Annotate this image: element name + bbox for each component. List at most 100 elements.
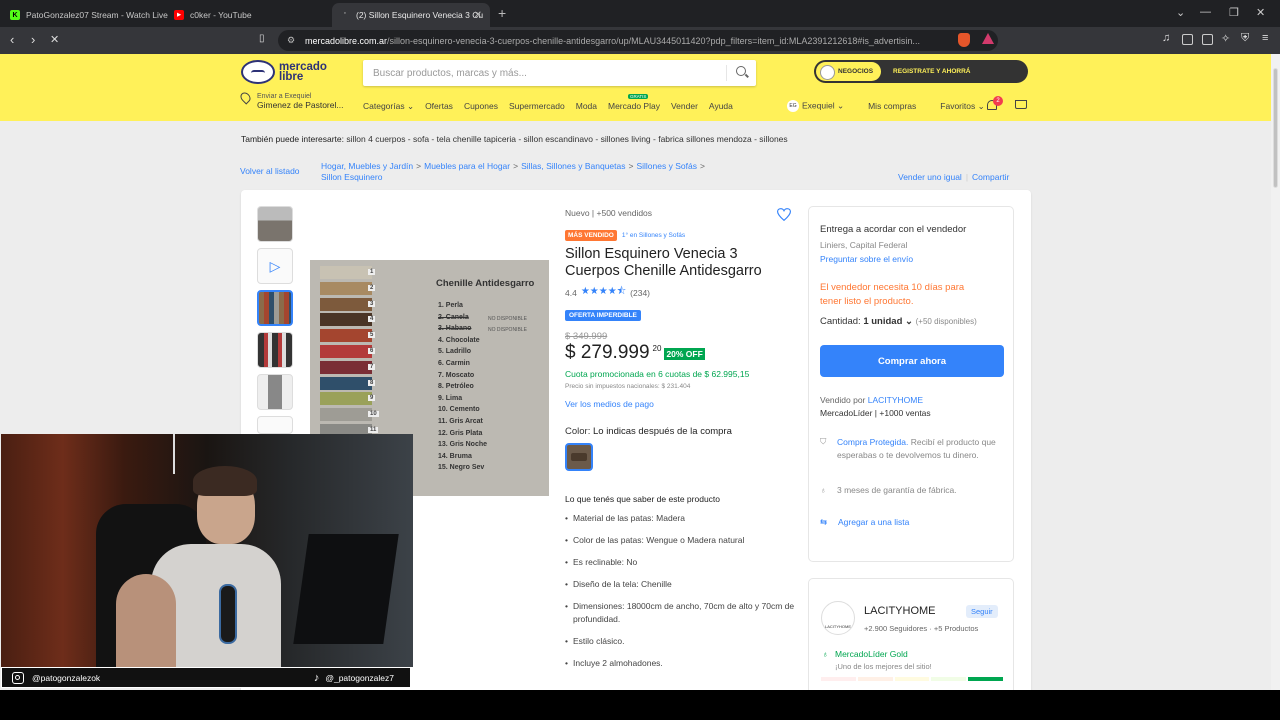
swatch-number: 3: [368, 300, 376, 307]
my-purchases-link[interactable]: Mis compras: [868, 101, 916, 111]
tab-kick-stream[interactable]: K PatoGonzalez07 Stream - Watch Live: [2, 3, 170, 27]
search-placeholder: Buscar productos, marcas y más...: [373, 67, 527, 79]
thumbnail-swatches[interactable]: [257, 290, 293, 326]
nav-categories[interactable]: Categorías ⌄: [363, 101, 414, 112]
shield-icon: ⛉: [820, 436, 827, 446]
swatch-number: 7: [368, 363, 376, 370]
thumbnail-video[interactable]: ▷: [257, 248, 293, 284]
swatch-number: 6: [368, 348, 376, 354]
forward-icon[interactable]: ›: [31, 32, 35, 47]
rep-segment: [857, 677, 893, 681]
original-price: $ 349.999: [565, 331, 608, 342]
follow-button[interactable]: Seguir: [966, 605, 998, 618]
nav-sell[interactable]: Vender: [671, 101, 698, 112]
tab-youtube[interactable]: ▶ c0ker - YouTube: [166, 3, 330, 27]
breadcrumb-item[interactable]: Muebles para el Hogar: [424, 161, 510, 171]
seller-name[interactable]: LACITYHOME: [864, 605, 936, 617]
address-bar[interactable]: ⚙ mercadolibre.com.ar/sillon-esquinero-v…: [278, 30, 998, 51]
favorites-link[interactable]: Favoritos ⌄: [940, 101, 984, 112]
thumbnail-gallery: ▷: [257, 206, 293, 440]
payment-methods-link[interactable]: Ver los medios de pago: [565, 399, 795, 409]
swatch-name: 9. Lima: [438, 394, 463, 402]
shipping-location[interactable]: Enviar a Exequiel Gimenez de Pastorel...: [238, 90, 344, 110]
new-tab-button[interactable]: +: [498, 5, 506, 21]
thumbnail-6[interactable]: [257, 416, 293, 434]
scrollbar-thumb[interactable]: [1273, 68, 1278, 188]
wallet-icon[interactable]: [1202, 34, 1213, 45]
rep-segment: [894, 677, 930, 681]
features-title: Lo que tenés que saber de este producto: [565, 494, 721, 504]
tiktok-label: ♪ @_patogonzalez7: [314, 672, 394, 684]
sell-same-link[interactable]: Vender uno igual: [898, 172, 962, 182]
color-swatch: [320, 392, 372, 406]
instagram-handle: @patogonzalezok: [32, 672, 101, 683]
swatch-name: 8. Petróleo: [438, 383, 474, 391]
share-links: Vender uno igual | Compartir: [898, 172, 1010, 182]
nav-mercado-play[interactable]: Mercado Play: [608, 94, 660, 112]
search-icon[interactable]: [736, 66, 746, 76]
breadcrumb-item[interactable]: Sillas, Sillones y Banquetas: [521, 161, 625, 171]
mercadolibre-logo[interactable]: mercado libre: [241, 60, 327, 84]
seller-link[interactable]: LACITYHOME: [868, 395, 923, 405]
thumbnail-4[interactable]: [257, 332, 293, 368]
user-menu[interactable]: EG Exequiel ⌄: [787, 100, 844, 112]
vpn-icon[interactable]: ⛨: [1241, 32, 1249, 45]
sidebar-icon[interactable]: [1182, 34, 1193, 45]
brave-rewards-icon[interactable]: [982, 33, 994, 44]
buy-box: Entrega a acordar con el vendedor Linier…: [808, 206, 1014, 562]
nav-supermarket[interactable]: Supermercado: [509, 101, 565, 112]
related-searches-links[interactable]: sillon 4 cuerpos - sofa - tela chenille …: [346, 134, 787, 144]
add-list-icon[interactable]: ⇆: [820, 517, 827, 528]
close-tab-icon[interactable]: ✕: [474, 10, 482, 21]
back-icon[interactable]: ‹: [10, 32, 14, 47]
rep-segment: [968, 677, 1003, 681]
product-rating[interactable]: 4.4 ★★★★⯪ (234): [565, 284, 795, 301]
stop-loading-icon[interactable]: ✕: [50, 33, 59, 46]
nav-help[interactable]: Ayuda: [709, 101, 733, 112]
maximize-icon[interactable]: ❐: [1229, 6, 1239, 19]
nav-offers[interactable]: Ofertas: [425, 101, 453, 112]
site-settings-icon[interactable]: ⚙: [287, 35, 295, 46]
breadcrumb-item[interactable]: Sillones y Sofás: [636, 161, 696, 171]
price-row: $ 279.999 20 20% OFF: [565, 342, 795, 364]
leo-ai-icon[interactable]: ✧: [1221, 32, 1230, 45]
swatch-number: 1: [368, 269, 376, 275]
protected-purchase-link[interactable]: Compra Protegida.: [837, 437, 908, 447]
business-promo-banner[interactable]: NEGOCIOS REGISTRATE Y AHORRÁ: [814, 60, 1028, 83]
ask-shipping-link[interactable]: Preguntar sobre el envío: [820, 254, 913, 264]
cart-icon[interactable]: [1015, 100, 1027, 109]
page-scrollbar[interactable]: [1271, 54, 1280, 690]
minimize-icon[interactable]: —: [1200, 6, 1211, 18]
seller-logo[interactable]: LACITYHOME: [821, 601, 855, 635]
swatch-name: 6. Carmin: [438, 360, 470, 367]
menu-icon[interactable]: ≡: [1262, 32, 1268, 44]
thumbnail-5[interactable]: [257, 374, 293, 410]
nav-coupons[interactable]: Cupones: [464, 101, 498, 112]
tab-search-icon[interactable]: ⌄: [1176, 6, 1185, 19]
tab-mercadolibre[interactable]: ' (2) Sillon Esquinero Venecia 3 Cu ✕: [332, 3, 490, 27]
quantity-selector[interactable]: Cantidad: 1 unidad ⌄ (+50 disponibles): [820, 316, 977, 327]
back-to-list-link[interactable]: Volver al listado: [240, 166, 300, 176]
thumbnail-sofa[interactable]: [257, 206, 293, 242]
brave-shield-icon[interactable]: [958, 33, 970, 47]
location-address: Gimenez de Pastorel...: [257, 100, 344, 110]
breadcrumb-item[interactable]: Hogar, Muebles y Jardín: [321, 161, 413, 171]
bookmark-icon[interactable]: ▯: [259, 33, 265, 44]
heart-icon[interactable]: [777, 208, 791, 221]
tiktok-icon: ♪: [313, 671, 320, 684]
rank-link[interactable]: 1° en Sillones y Sofás: [622, 232, 685, 239]
breadcrumb-path: Hogar, Muebles y Jardín > Muebles para el …: [321, 161, 705, 182]
nav-fashion[interactable]: Moda: [576, 101, 597, 112]
user-name: Exequiel ⌄: [802, 100, 845, 111]
swatch-unavailable: NO DISPONIBLE: [488, 327, 527, 334]
close-window-icon[interactable]: ✕: [1256, 6, 1265, 19]
color-option[interactable]: [565, 443, 593, 471]
add-to-list-link[interactable]: Agregar a una lista: [838, 517, 909, 527]
share-link[interactable]: Compartir: [972, 172, 1009, 182]
search-input[interactable]: Buscar productos, marcas y más...: [363, 60, 756, 86]
best-seller-row: MÁS VENDIDO 1° en Sillones y Sofás: [565, 230, 795, 241]
media-icon[interactable]: ♫: [1162, 32, 1170, 44]
breadcrumb-item[interactable]: Sillon Esquinero: [321, 172, 382, 182]
buy-now-button[interactable]: Comprar ahora: [820, 345, 1004, 377]
swatch-name: 2. Canela: [438, 313, 469, 321]
